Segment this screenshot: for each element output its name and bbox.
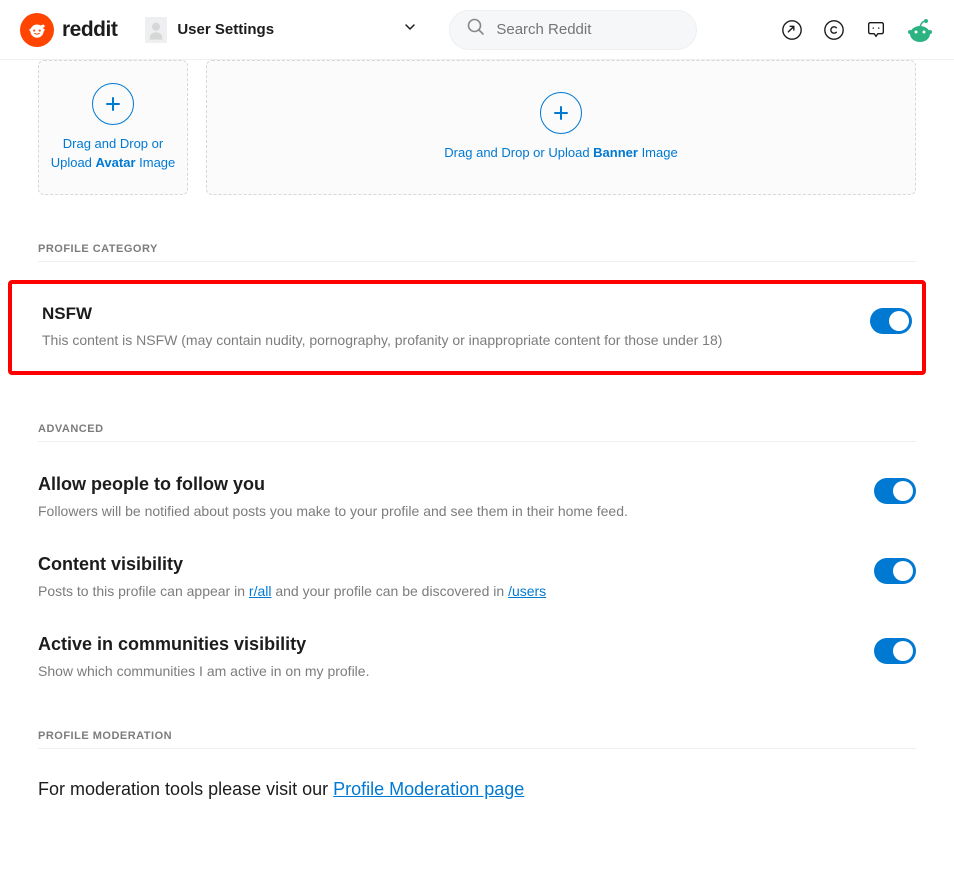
setting-desc: Posts to this profile can appear in r/al… <box>38 581 738 602</box>
reddit-logo-icon <box>20 13 54 47</box>
setting-desc: Followers will be notified about posts y… <box>38 501 738 522</box>
user-avatar-icon <box>145 17 167 43</box>
header: reddit User Settings <box>0 0 954 60</box>
nsfw-highlight: NSFW This content is NSFW (may contain n… <box>8 280 926 375</box>
setting-title: Allow people to follow you <box>38 474 834 495</box>
setting-follow: Allow people to follow you Followers wil… <box>38 474 916 522</box>
coins-icon[interactable] <box>822 18 846 42</box>
plus-icon <box>92 83 134 125</box>
upload-avatar-box[interactable]: Drag and Drop or Upload Avatar Image <box>38 60 188 195</box>
setting-title: Content visibility <box>38 554 834 575</box>
setting-title: Active in communities visibility <box>38 634 834 655</box>
search-container <box>449 10 697 50</box>
brand-text: reddit <box>62 18 117 42</box>
setting-desc: This content is NSFW (may contain nudity… <box>42 330 742 351</box>
upload-banner-label: Drag and Drop or Upload Banner Image <box>444 144 677 162</box>
plus-icon <box>540 92 582 134</box>
chevron-down-icon <box>391 20 429 39</box>
section-profile-category: PROFILE CATEGORY <box>38 243 916 262</box>
moderation-text: For moderation tools please visit our Pr… <box>38 779 916 800</box>
logo[interactable]: reddit <box>20 13 117 47</box>
search-icon <box>466 17 486 42</box>
search-input[interactable] <box>496 21 680 38</box>
setting-title: NSFW <box>42 304 830 324</box>
link-users[interactable]: /users <box>508 583 546 599</box>
nsfw-toggle[interactable] <box>870 308 912 334</box>
setting-nsfw: NSFW This content is NSFW (may contain n… <box>42 304 912 351</box>
header-actions <box>780 17 934 43</box>
content-visibility-toggle[interactable] <box>874 558 916 584</box>
setting-content-visibility: Content visibility Posts to this profile… <box>38 554 916 602</box>
upload-avatar-label: Drag and Drop or Upload Avatar Image <box>49 135 177 171</box>
main-content: Drag and Drop or Upload Avatar Image Dra… <box>0 60 954 840</box>
active-communities-toggle[interactable] <box>874 638 916 664</box>
link-rall[interactable]: r/all <box>249 583 272 599</box>
nav-dropdown[interactable]: User Settings <box>129 17 429 43</box>
upload-row: Drag and Drop or Upload Avatar Image Dra… <box>38 60 916 195</box>
popular-icon[interactable] <box>780 18 804 42</box>
setting-desc: Show which communities I am active in on… <box>38 661 738 682</box>
upload-banner-box[interactable]: Drag and Drop or Upload Banner Image <box>206 60 916 195</box>
profile-moderation-link[interactable]: Profile Moderation page <box>333 779 524 799</box>
chat-icon[interactable] <box>864 18 888 42</box>
search-box[interactable] <box>449 10 697 50</box>
snoo-mascot-icon[interactable] <box>906 17 934 43</box>
nav-label: User Settings <box>177 21 274 38</box>
section-profile-moderation: PROFILE MODERATION <box>38 730 916 749</box>
follow-toggle[interactable] <box>874 478 916 504</box>
section-advanced: ADVANCED <box>38 423 916 442</box>
setting-active-communities: Active in communities visibility Show wh… <box>38 634 916 682</box>
